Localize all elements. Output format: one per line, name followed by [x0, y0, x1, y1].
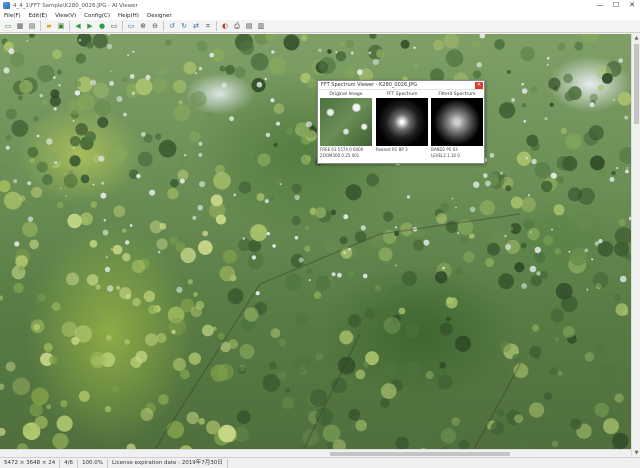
fft-close-button[interactable]: ✕: [475, 82, 483, 89]
save-icon: ▣: [57, 21, 65, 30]
actual-size-button[interactable]: ▭: [126, 21, 136, 31]
crop-button[interactable]: ⌗: [203, 21, 213, 31]
fft-spectrum-window[interactable]: FFT Spectrum Viewer - K280_0026.JPG ✕ Or…: [317, 80, 485, 164]
folder-icon: ▰: [46, 21, 52, 30]
status-image-size: 5472 × 3648 × 24: [0, 458, 61, 468]
thumbnail-button[interactable]: ▦: [15, 21, 25, 31]
window-controls: — ☐ ✕: [592, 0, 640, 11]
panel-info: Realest RC BP 3: [376, 147, 408, 152]
photo-foliage: [0, 34, 631, 457]
status-image-index: 4/6: [60, 458, 79, 468]
zoom-in-button[interactable]: ⊕: [138, 21, 148, 31]
fit-window-button[interactable]: ▭: [109, 21, 119, 31]
menu-bar: File(F) Edit(E) View(V) Config(C) Help(H…: [0, 11, 640, 20]
open-folder-button[interactable]: ▭: [3, 21, 13, 31]
toolbar: ▭ ▦ ▤ ▰ ▣ ◀ ▶ ● ▭ ▭ ⊕ ⊖ ↺ ↻ ⇄ ⌗ ◐ ⎙ ▤ ▥: [0, 20, 640, 33]
status-license: License expiration date : 2019年7月30日: [108, 458, 228, 468]
rotate-right-icon: ↻: [181, 21, 187, 30]
minimize-button[interactable]: —: [592, 0, 608, 11]
rotate-left-button[interactable]: ↺: [167, 21, 177, 31]
zoom-in-icon: ⊕: [140, 21, 146, 30]
flip-icon: ⇄: [193, 21, 199, 30]
rotate-left-icon: ↺: [169, 21, 175, 30]
crop-icon: ⌗: [206, 21, 210, 30]
image-viewer[interactable]: [0, 34, 631, 457]
fft-spectrum-image[interactable]: [376, 98, 428, 146]
filtered-spectrum-panel: Filterd Spectrum BAND2 PS 03 LEVEL2 1.16…: [431, 91, 483, 161]
print-button[interactable]: ⎙: [232, 21, 242, 31]
menu-edit[interactable]: Edit(E): [29, 13, 47, 19]
menu-view[interactable]: View(V): [55, 13, 76, 19]
fft-window-titlebar[interactable]: FFT Spectrum Viewer - K280_0026.JPG ✕: [318, 81, 484, 90]
play-button[interactable]: ●: [97, 21, 107, 31]
folder-button[interactable]: ▰: [44, 21, 54, 31]
fft-window-title: FFT Spectrum Viewer - K280_0026.JPG: [321, 82, 418, 88]
flip-button[interactable]: ⇄: [191, 21, 201, 31]
panel-label: Original Image: [329, 92, 363, 97]
toolbar-separator: [216, 21, 217, 31]
panel-info: LEVEL2 1.16 0: [431, 153, 460, 158]
horizontal-scroll-thumb[interactable]: [330, 452, 510, 456]
color-icon: ◐: [221, 21, 229, 30]
play-icon: ●: [98, 21, 106, 30]
fft-spectrum-panel: FFT Spectrum Realest RC BP 3: [376, 91, 428, 161]
panel-info: ZOOM300 0.25 001: [320, 153, 360, 158]
color-button[interactable]: ◐: [220, 21, 230, 31]
window-title: 4_4_1\FFT Sample\K280_0026.JPG - AI View…: [13, 2, 138, 9]
vertical-scrollbar[interactable]: ▲ ▼: [631, 34, 640, 457]
toolbar-separator: [163, 21, 164, 31]
status-zoom: 100.0%: [78, 458, 109, 468]
info-button[interactable]: ▥: [256, 21, 266, 31]
fit-window-icon: ▭: [110, 21, 118, 30]
filtered-spectrum-image[interactable]: [431, 98, 483, 146]
next-icon: ▶: [87, 21, 93, 30]
close-button[interactable]: ✕: [624, 0, 640, 11]
rotate-right-button[interactable]: ↻: [179, 21, 189, 31]
print-icon: ⎙: [234, 21, 240, 30]
app-icon: [3, 2, 10, 9]
info-icon: ▥: [257, 21, 265, 30]
title-bar: 4_4_1\FFT Sample\K280_0026.JPG - AI View…: [0, 0, 640, 11]
toolbar-separator: [69, 21, 70, 31]
open-folder-icon: ▭: [4, 21, 12, 30]
menu-config[interactable]: Config(C): [84, 13, 110, 19]
panel-info: FREE 01 5574 0 6000: [320, 147, 364, 152]
vertical-scroll-thumb[interactable]: [634, 44, 639, 124]
settings-icon: ▤: [245, 21, 253, 30]
original-image-thumbnail[interactable]: [320, 98, 372, 146]
scroll-up-arrow-icon[interactable]: ▲: [632, 34, 640, 42]
toolbar-separator: [122, 21, 123, 31]
grid-button[interactable]: ▤: [27, 21, 37, 31]
thumbnail-icon: ▦: [16, 21, 24, 30]
menu-designer[interactable]: Designer: [147, 13, 172, 19]
panel-label: FFT Spectrum: [386, 92, 418, 97]
save-button[interactable]: ▣: [56, 21, 66, 31]
next-button[interactable]: ▶: [85, 21, 95, 31]
status-bar: 5472 × 3648 × 24 4/6 100.0% License expi…: [0, 457, 640, 468]
menu-file[interactable]: File(F): [4, 13, 21, 19]
toolbar-separator: [40, 21, 41, 31]
panel-info: BAND2 PS 03: [431, 147, 458, 152]
scroll-down-arrow-icon[interactable]: ▼: [632, 449, 640, 457]
panel-label: Filterd Spectrum: [438, 92, 476, 97]
actual-size-icon: ▭: [127, 21, 135, 30]
prev-button[interactable]: ◀: [73, 21, 83, 31]
settings-button[interactable]: ▤: [244, 21, 254, 31]
original-image-panel: Original Image FREE 01 5574 0 6000 ZOOM3…: [320, 91, 372, 161]
horizontal-scrollbar[interactable]: [0, 449, 631, 457]
zoom-out-icon: ⊖: [152, 21, 158, 30]
maximize-button[interactable]: ☐: [608, 0, 624, 11]
zoom-out-button[interactable]: ⊖: [150, 21, 160, 31]
menu-help[interactable]: Help(H): [118, 13, 139, 19]
grid-icon: ▤: [28, 21, 36, 30]
prev-icon: ◀: [75, 21, 81, 30]
